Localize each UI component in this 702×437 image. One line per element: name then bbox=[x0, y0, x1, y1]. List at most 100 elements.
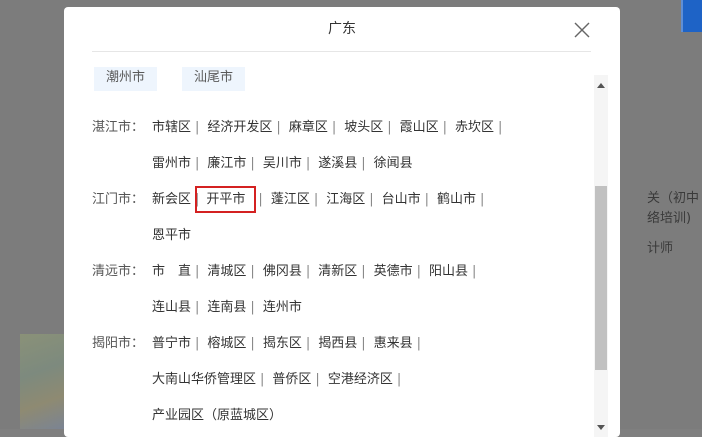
separator: | bbox=[195, 336, 200, 351]
separator: | bbox=[361, 336, 366, 351]
district-links: 产业园区（原蓝城区） bbox=[152, 405, 282, 427]
separator: | bbox=[369, 192, 374, 207]
district-link[interactable]: 廉江市 bbox=[207, 156, 246, 171]
modal-title: 广东 bbox=[328, 21, 356, 37]
district-row: 连山县 | 连南县 | 连州市 bbox=[92, 297, 592, 319]
separator: | bbox=[387, 120, 392, 135]
separator: | bbox=[361, 156, 366, 171]
separator: | bbox=[250, 336, 255, 351]
separator: | bbox=[498, 120, 503, 135]
city-label: 揭阳市： bbox=[92, 336, 145, 351]
close-button[interactable] bbox=[571, 19, 593, 41]
district-link[interactable]: 普宁市 bbox=[152, 336, 191, 351]
district-links: 市 直 | 清城区 | 佛冈县 | 清新区 | 英德市 | 阳山县 | bbox=[152, 261, 484, 283]
separator: | bbox=[315, 372, 320, 387]
district-link[interactable]: 产业园区（原蓝城区） bbox=[152, 408, 282, 423]
city-chip-partial[interactable]: 汕尾市 bbox=[182, 67, 246, 91]
district-row: 湛江市： 市辖区 | 经济开发区 | 麻章区 | 坡头区 | 霞山区 | 赤坎区 | bbox=[92, 117, 592, 139]
city-list: 潮州市 汕尾市 湛江市： 市辖区 | 经济开发区 | 麻章区 | 坡头区 | 霞山区 | 赤坎区 | 雷州… bbox=[92, 63, 592, 437]
district-link[interactable]: 佛冈县 bbox=[263, 264, 302, 279]
district-link[interactable]: 鹤山市 bbox=[437, 192, 476, 207]
separator: | bbox=[416, 336, 422, 351]
city-label: 湛江市： bbox=[92, 120, 145, 135]
separator: | bbox=[416, 264, 422, 279]
separator: | bbox=[480, 192, 485, 207]
title-divider bbox=[92, 51, 591, 52]
district-link[interactable]: 空港经济区 bbox=[328, 372, 393, 387]
separator: | bbox=[472, 264, 477, 279]
scroll-up-arrow-icon[interactable] bbox=[597, 83, 605, 88]
city-label: 江门市： bbox=[92, 192, 145, 207]
separator: | bbox=[305, 264, 311, 279]
background-text-2: 络培训) bbox=[647, 211, 692, 226]
district-link[interactable]: 雷州市 bbox=[152, 156, 191, 171]
district-links: 普宁市 | 榕城区 | 揭东区 | 揭西县 | 惠来县 | bbox=[152, 333, 429, 355]
separator: | bbox=[250, 300, 255, 315]
separator: | bbox=[260, 372, 265, 387]
district-link[interactable]: 阳山县 bbox=[429, 264, 468, 279]
district-row: 雷州市 | 廉江市 | 吴川市 | 遂溪县 | 徐闻县 bbox=[92, 153, 592, 175]
district-link[interactable]: 大南山华侨管理区 bbox=[152, 372, 256, 387]
separator: | bbox=[305, 336, 311, 351]
close-icon bbox=[574, 22, 590, 38]
district-row: 江门市： 新会区 | 开平市 | 蓬江区 | 江海区 | 台山市 | 鹤山市 | bbox=[92, 186, 592, 213]
scrollbar-thumb[interactable] bbox=[595, 186, 607, 370]
district-links: 恩平市 bbox=[152, 225, 191, 247]
district-link[interactable]: 揭东区 bbox=[263, 336, 302, 351]
district-row: 清远市：市 直 | 清城区 | 佛冈县 | 清新区 | 英德市 | 阳山县 | bbox=[92, 261, 592, 283]
district-link-highlighted[interactable]: 开平市 bbox=[195, 186, 257, 213]
separator: | bbox=[250, 156, 255, 171]
district-row: 产业园区（原蓝城区） bbox=[92, 405, 592, 427]
district-link[interactable]: 连山县 bbox=[152, 300, 191, 315]
separator: | bbox=[396, 372, 402, 387]
city-label: 清远市： bbox=[92, 264, 145, 279]
background-text-3: 计师 bbox=[647, 241, 674, 256]
district-link[interactable]: 吴川市 bbox=[263, 156, 302, 171]
separator: | bbox=[424, 192, 430, 207]
city-chip-partial[interactable]: 潮州市 bbox=[94, 67, 158, 91]
district-link[interactable]: 遂溪县 bbox=[318, 156, 357, 171]
city-picker-modal: 广东 潮州市 汕尾市 湛江市： 市辖区 | 经济开发区 | 麻章区 | 坡头区 | 霞山区 | 赤坎区… bbox=[64, 7, 620, 437]
district-link[interactable]: 坡头区 bbox=[344, 120, 383, 135]
background-accent-block bbox=[683, 0, 702, 32]
district-row: 恩平市 bbox=[92, 225, 592, 247]
district-link[interactable]: 英德市 bbox=[374, 264, 413, 279]
district-link[interactable]: 惠来县 bbox=[374, 336, 413, 351]
separator: | bbox=[331, 120, 337, 135]
separator: | bbox=[250, 264, 255, 279]
district-link[interactable]: 连州市 bbox=[263, 300, 302, 315]
separator: | bbox=[195, 120, 200, 135]
scroll-down-arrow-icon[interactable] bbox=[597, 425, 605, 430]
district-row: 揭阳市： 普宁市 | 榕城区 | 揭东区 | 揭西县 | 惠来县 | bbox=[92, 333, 592, 355]
district-link[interactable]: 江海区 bbox=[326, 192, 365, 207]
district-links: 雷州市 | 廉江市 | 吴川市 | 遂溪县 | 徐闻县 bbox=[152, 153, 413, 175]
district-link[interactable]: 恩平市 bbox=[152, 228, 191, 243]
district-link[interactable]: 普侨区 bbox=[272, 372, 311, 387]
district-link[interactable]: 蓬江区 bbox=[271, 192, 310, 207]
district-links: 市辖区 | 经济开发区 | 麻章区 | 坡头区 | 霞山区 | 赤坎区 | bbox=[152, 117, 510, 139]
separator: | bbox=[361, 264, 366, 279]
district-links: 连山县 | 连南县 | 连州市 bbox=[152, 297, 302, 319]
district-link[interactable]: 新会区 bbox=[152, 192, 191, 207]
separator: | bbox=[195, 156, 200, 171]
district-link[interactable]: 揭西县 bbox=[318, 336, 357, 351]
district-link[interactable]: 榕城区 bbox=[207, 336, 246, 351]
district-link[interactable]: 清城区 bbox=[207, 264, 246, 279]
scrollbar[interactable] bbox=[594, 75, 608, 437]
district-link[interactable]: 市 直 bbox=[152, 264, 191, 279]
separator: | bbox=[276, 120, 281, 135]
district-link[interactable]: 经济开发区 bbox=[207, 120, 272, 135]
district-link[interactable]: 清新区 bbox=[318, 264, 357, 279]
district-link[interactable]: 台山市 bbox=[382, 192, 421, 207]
district-link[interactable]: 徐闻县 bbox=[374, 156, 413, 171]
separator: | bbox=[442, 120, 448, 135]
district-links: 新会区 | 开平市 | 蓬江区 | 江海区 | 台山市 | 鹤山市 | bbox=[152, 186, 492, 213]
district-link[interactable]: 麻章区 bbox=[289, 120, 328, 135]
district-links: 大南山华侨管理区 | 普侨区 | 空港经济区 | bbox=[152, 369, 409, 391]
background-map-image bbox=[20, 334, 64, 429]
district-link[interactable]: 市辖区 bbox=[152, 120, 191, 135]
district-link[interactable]: 赤坎区 bbox=[455, 120, 494, 135]
district-link[interactable]: 霞山区 bbox=[400, 120, 439, 135]
district-link[interactable]: 连南县 bbox=[207, 300, 246, 315]
separator: | bbox=[305, 156, 311, 171]
